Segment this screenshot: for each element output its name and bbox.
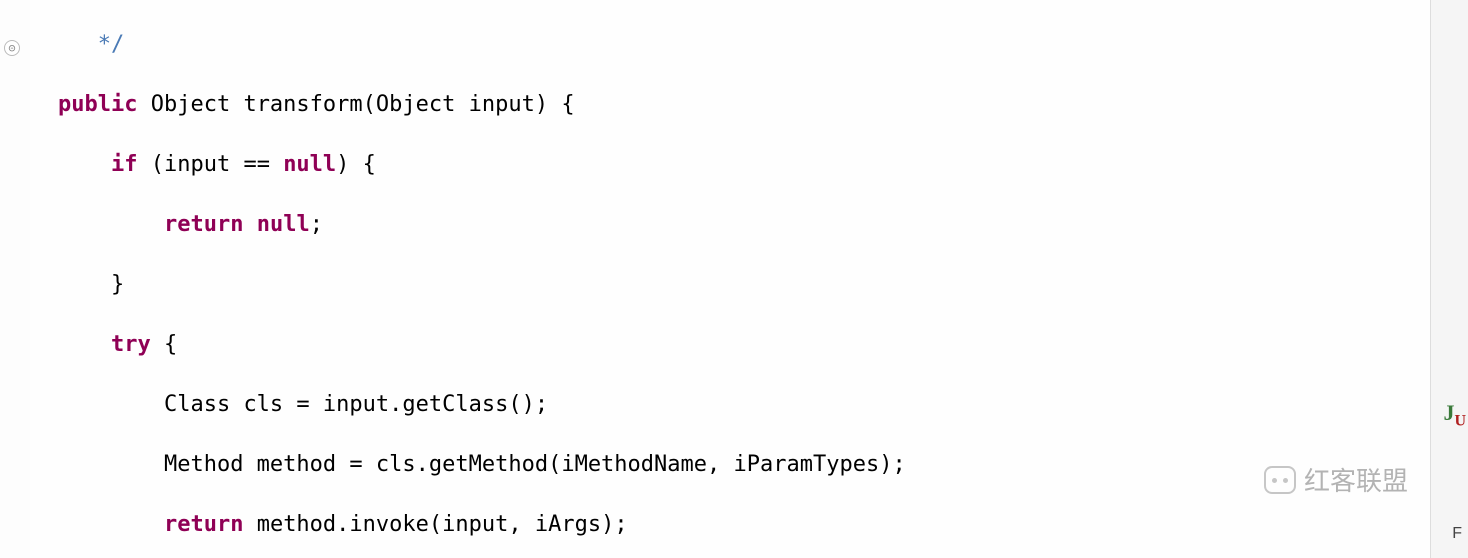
kw-if: if <box>111 152 138 177</box>
code-text: ; <box>310 212 323 237</box>
code-text: Method method = cls.getMethod(iMethodNam… <box>164 452 906 477</box>
kw-public: public <box>58 92 137 117</box>
watermark-text: 红客联盟 <box>1304 461 1408 498</box>
code-line: */ <box>58 30 1430 60</box>
junit-u: U <box>1454 412 1466 429</box>
code-text: Class cls = input.getClass(); <box>164 392 548 417</box>
fold-toggle-icon[interactable]: ⊝ <box>4 40 20 56</box>
code-line: return method.invoke(input, iArgs); <box>58 510 1430 540</box>
code-text: (input == <box>137 152 283 177</box>
junit-j: J <box>1443 400 1454 425</box>
code-editor[interactable]: */ public Object transform(Object input)… <box>30 0 1430 558</box>
code-text: ) { <box>336 152 376 177</box>
code-line: Class cls = input.getClass(); <box>58 390 1430 420</box>
code-line: return null; <box>58 210 1430 240</box>
comment-text: */ <box>58 32 124 57</box>
kw-return: return <box>164 512 243 537</box>
watermark: 红客联盟 <box>1264 461 1408 498</box>
right-sidebar: JU F <box>1430 0 1468 558</box>
code-line: public Object transform(Object input) { <box>58 90 1430 120</box>
junit-icon[interactable]: JU <box>1443 400 1466 430</box>
kw-null: null <box>283 152 336 177</box>
kw-try: try <box>111 332 151 357</box>
sidebar-letter: F <box>1452 525 1462 543</box>
code-line: } <box>58 270 1430 300</box>
code-line: try { <box>58 330 1430 360</box>
wechat-icon <box>1264 466 1296 494</box>
code-text: { <box>151 332 178 357</box>
code-text: method.invoke(input, iArgs); <box>243 512 627 537</box>
editor-gutter: ⊝ <box>0 0 30 558</box>
kw-null: null <box>257 212 310 237</box>
kw-return: return <box>164 212 243 237</box>
code-text: Object transform(Object input) { <box>137 92 574 117</box>
code-text: } <box>111 272 124 297</box>
code-line: if (input == null) { <box>58 150 1430 180</box>
code-line: Method method = cls.getMethod(iMethodNam… <box>58 450 1430 480</box>
